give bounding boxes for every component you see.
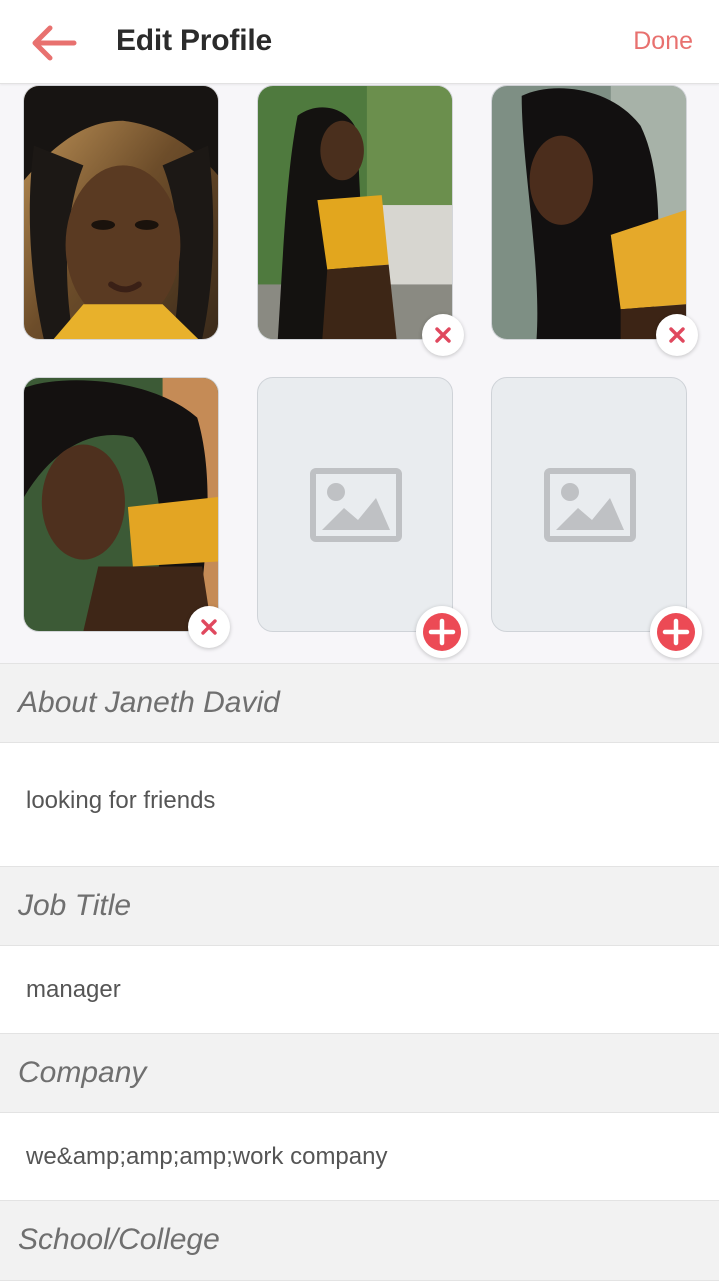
profile-photo-3[interactable] xyxy=(491,85,687,340)
plus-circle-icon xyxy=(423,613,461,651)
done-button[interactable]: Done xyxy=(633,27,693,56)
company-label: Company xyxy=(18,1056,147,1089)
job-title-value: manager xyxy=(26,976,121,1003)
profile-photo-1[interactable] xyxy=(23,85,219,340)
empty-photo-slot-6[interactable] xyxy=(491,377,687,632)
close-icon xyxy=(435,327,451,343)
about-value: looking for friends xyxy=(26,787,216,814)
close-icon xyxy=(669,327,685,343)
edit-profile-screen: Edit Profile Done About Janeth David loo… xyxy=(0,0,719,1281)
empty-photo-slot-5[interactable] xyxy=(257,377,453,632)
profile-photo-4[interactable] xyxy=(23,377,219,632)
top-app-bar: Edit Profile Done xyxy=(0,0,719,84)
job-title-field[interactable]: manager xyxy=(0,946,719,1033)
photo-image xyxy=(24,86,218,339)
company-field[interactable]: we&amp;amp;amp;work company xyxy=(0,1113,719,1200)
image-placeholder-icon xyxy=(544,468,636,542)
about-field[interactable]: looking for friends xyxy=(0,743,719,866)
page-title: Edit Profile xyxy=(116,24,272,57)
job-title-section-header: Job Title xyxy=(0,866,719,946)
back-button[interactable] xyxy=(28,22,78,64)
about-label: About Janeth David xyxy=(18,686,280,719)
remove-photo-2-button[interactable] xyxy=(422,314,464,356)
image-placeholder-icon xyxy=(310,468,402,542)
school-label: School/College xyxy=(18,1223,220,1256)
add-photo-6-button[interactable] xyxy=(650,606,702,658)
company-value: we&amp;amp;amp;work company xyxy=(26,1143,388,1170)
remove-photo-3-button[interactable] xyxy=(656,314,698,356)
photo-image xyxy=(492,86,686,339)
photo-grid xyxy=(0,84,719,663)
plus-circle-icon xyxy=(657,613,695,651)
about-section-header: About Janeth David xyxy=(0,663,719,743)
company-section-header: Company xyxy=(0,1033,719,1113)
profile-photo-2[interactable] xyxy=(257,85,453,340)
job-title-label: Job Title xyxy=(18,889,132,922)
school-section-header: School/College xyxy=(0,1200,719,1281)
add-photo-5-button[interactable] xyxy=(416,606,468,658)
arrow-left-icon xyxy=(32,25,77,61)
photo-image xyxy=(258,86,452,339)
remove-photo-4-button[interactable] xyxy=(188,606,230,648)
photo-image xyxy=(24,378,218,631)
close-icon xyxy=(201,619,217,635)
